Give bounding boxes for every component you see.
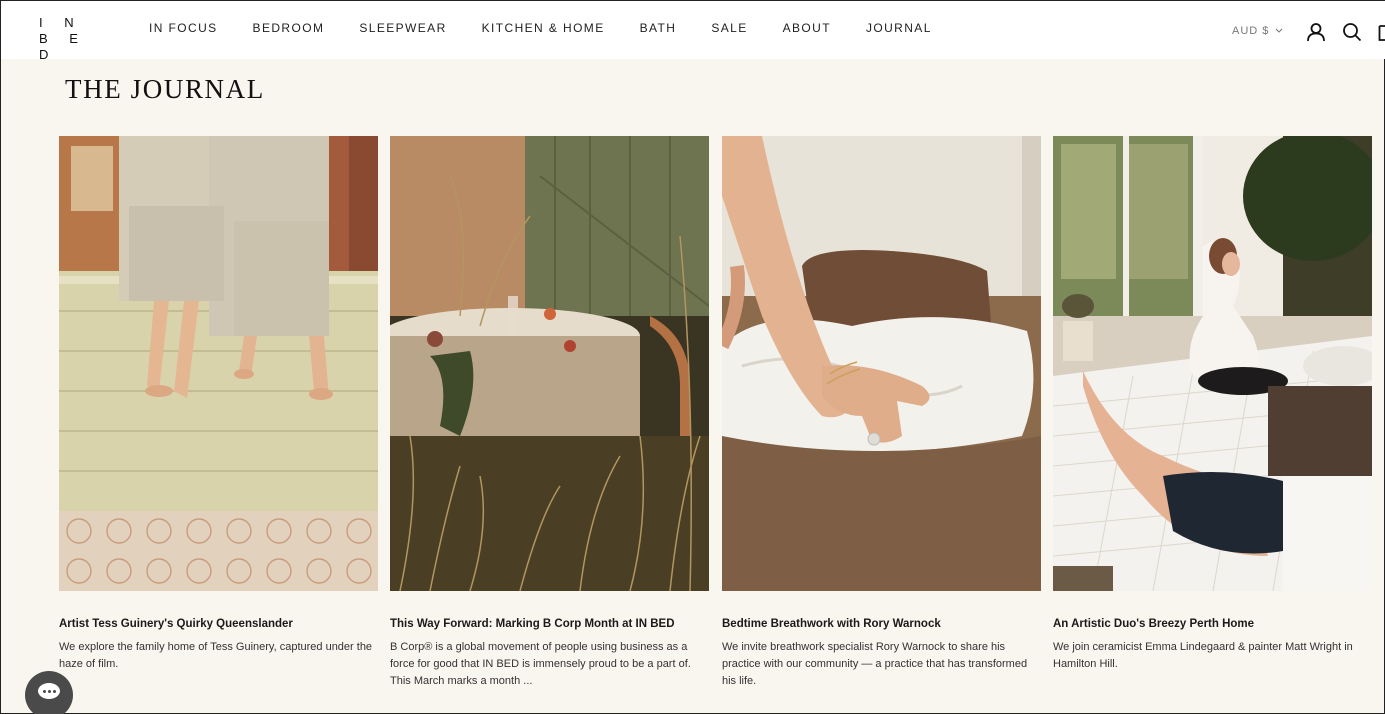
site-header: I N B E D IN FOCUS BEDROOM SLEEPWEAR KIT… [1,1,1385,62]
article-description: We invite breathwork specialist Rory War… [722,641,1028,687]
nav-item-in-focus[interactable]: IN FOCUS [149,21,218,35]
chevron-down-icon [1275,25,1283,37]
article-title[interactable]: An Artistic Duo's Breezy Perth Home [1053,617,1372,631]
nav-item-kitchen-home[interactable]: KITCHEN & HOME [482,21,605,35]
logo-line-2: B E D [39,31,87,62]
cart-icon[interactable] [1378,22,1385,42]
currency-selector[interactable]: AUD $ [1232,25,1283,37]
account-icon[interactable] [1306,22,1326,42]
brand-logo[interactable]: I N B E D [39,15,89,63]
nav-item-about[interactable]: ABOUT [783,21,831,35]
article-title[interactable]: Bedtime Breathwork with Rory Warnock [722,617,1041,631]
logo-line-1: I N [39,15,83,30]
nav-item-sleepwear[interactable]: SLEEPWEAR [359,21,446,35]
article-card[interactable]: This Way Forward: Marking B Corp Month a… [390,136,709,690]
article-card[interactable]: Artist Tess Guinery's Quirky Queenslande… [59,136,378,673]
nav-item-bath[interactable]: BATH [640,21,677,35]
article-card[interactable]: An Artistic Duo's Breezy Perth Home We j… [1053,136,1372,673]
article-image[interactable] [1053,136,1372,591]
chat-widget-button[interactable] [25,671,73,714]
main-nav: IN FOCUS BEDROOM SLEEPWEAR KITCHEN & HOM… [149,21,967,35]
nav-item-journal[interactable]: JOURNAL [866,21,932,35]
article-image[interactable] [722,136,1041,591]
article-image[interactable] [390,136,709,591]
article-description: We join ceramicist Emma Lindegaard & pai… [1053,641,1353,670]
nav-item-bedroom[interactable]: BEDROOM [253,21,325,35]
nav-item-sale[interactable]: SALE [711,21,747,35]
search-icon[interactable] [1342,22,1362,42]
article-title[interactable]: This Way Forward: Marking B Corp Month a… [390,617,709,631]
chat-icon [38,683,60,699]
page-title: THE JOURNAL [65,74,265,104]
article-description: We explore the family home of Tess Guine… [59,641,373,670]
article-image[interactable] [59,136,378,591]
currency-label: AUD $ [1232,25,1270,37]
article-title[interactable]: Artist Tess Guinery's Quirky Queenslande… [59,617,378,631]
article-description: B Corp® is a global movement of people u… [390,641,691,687]
article-card[interactable]: Bedtime Breathwork with Rory Warnock We … [722,136,1041,690]
